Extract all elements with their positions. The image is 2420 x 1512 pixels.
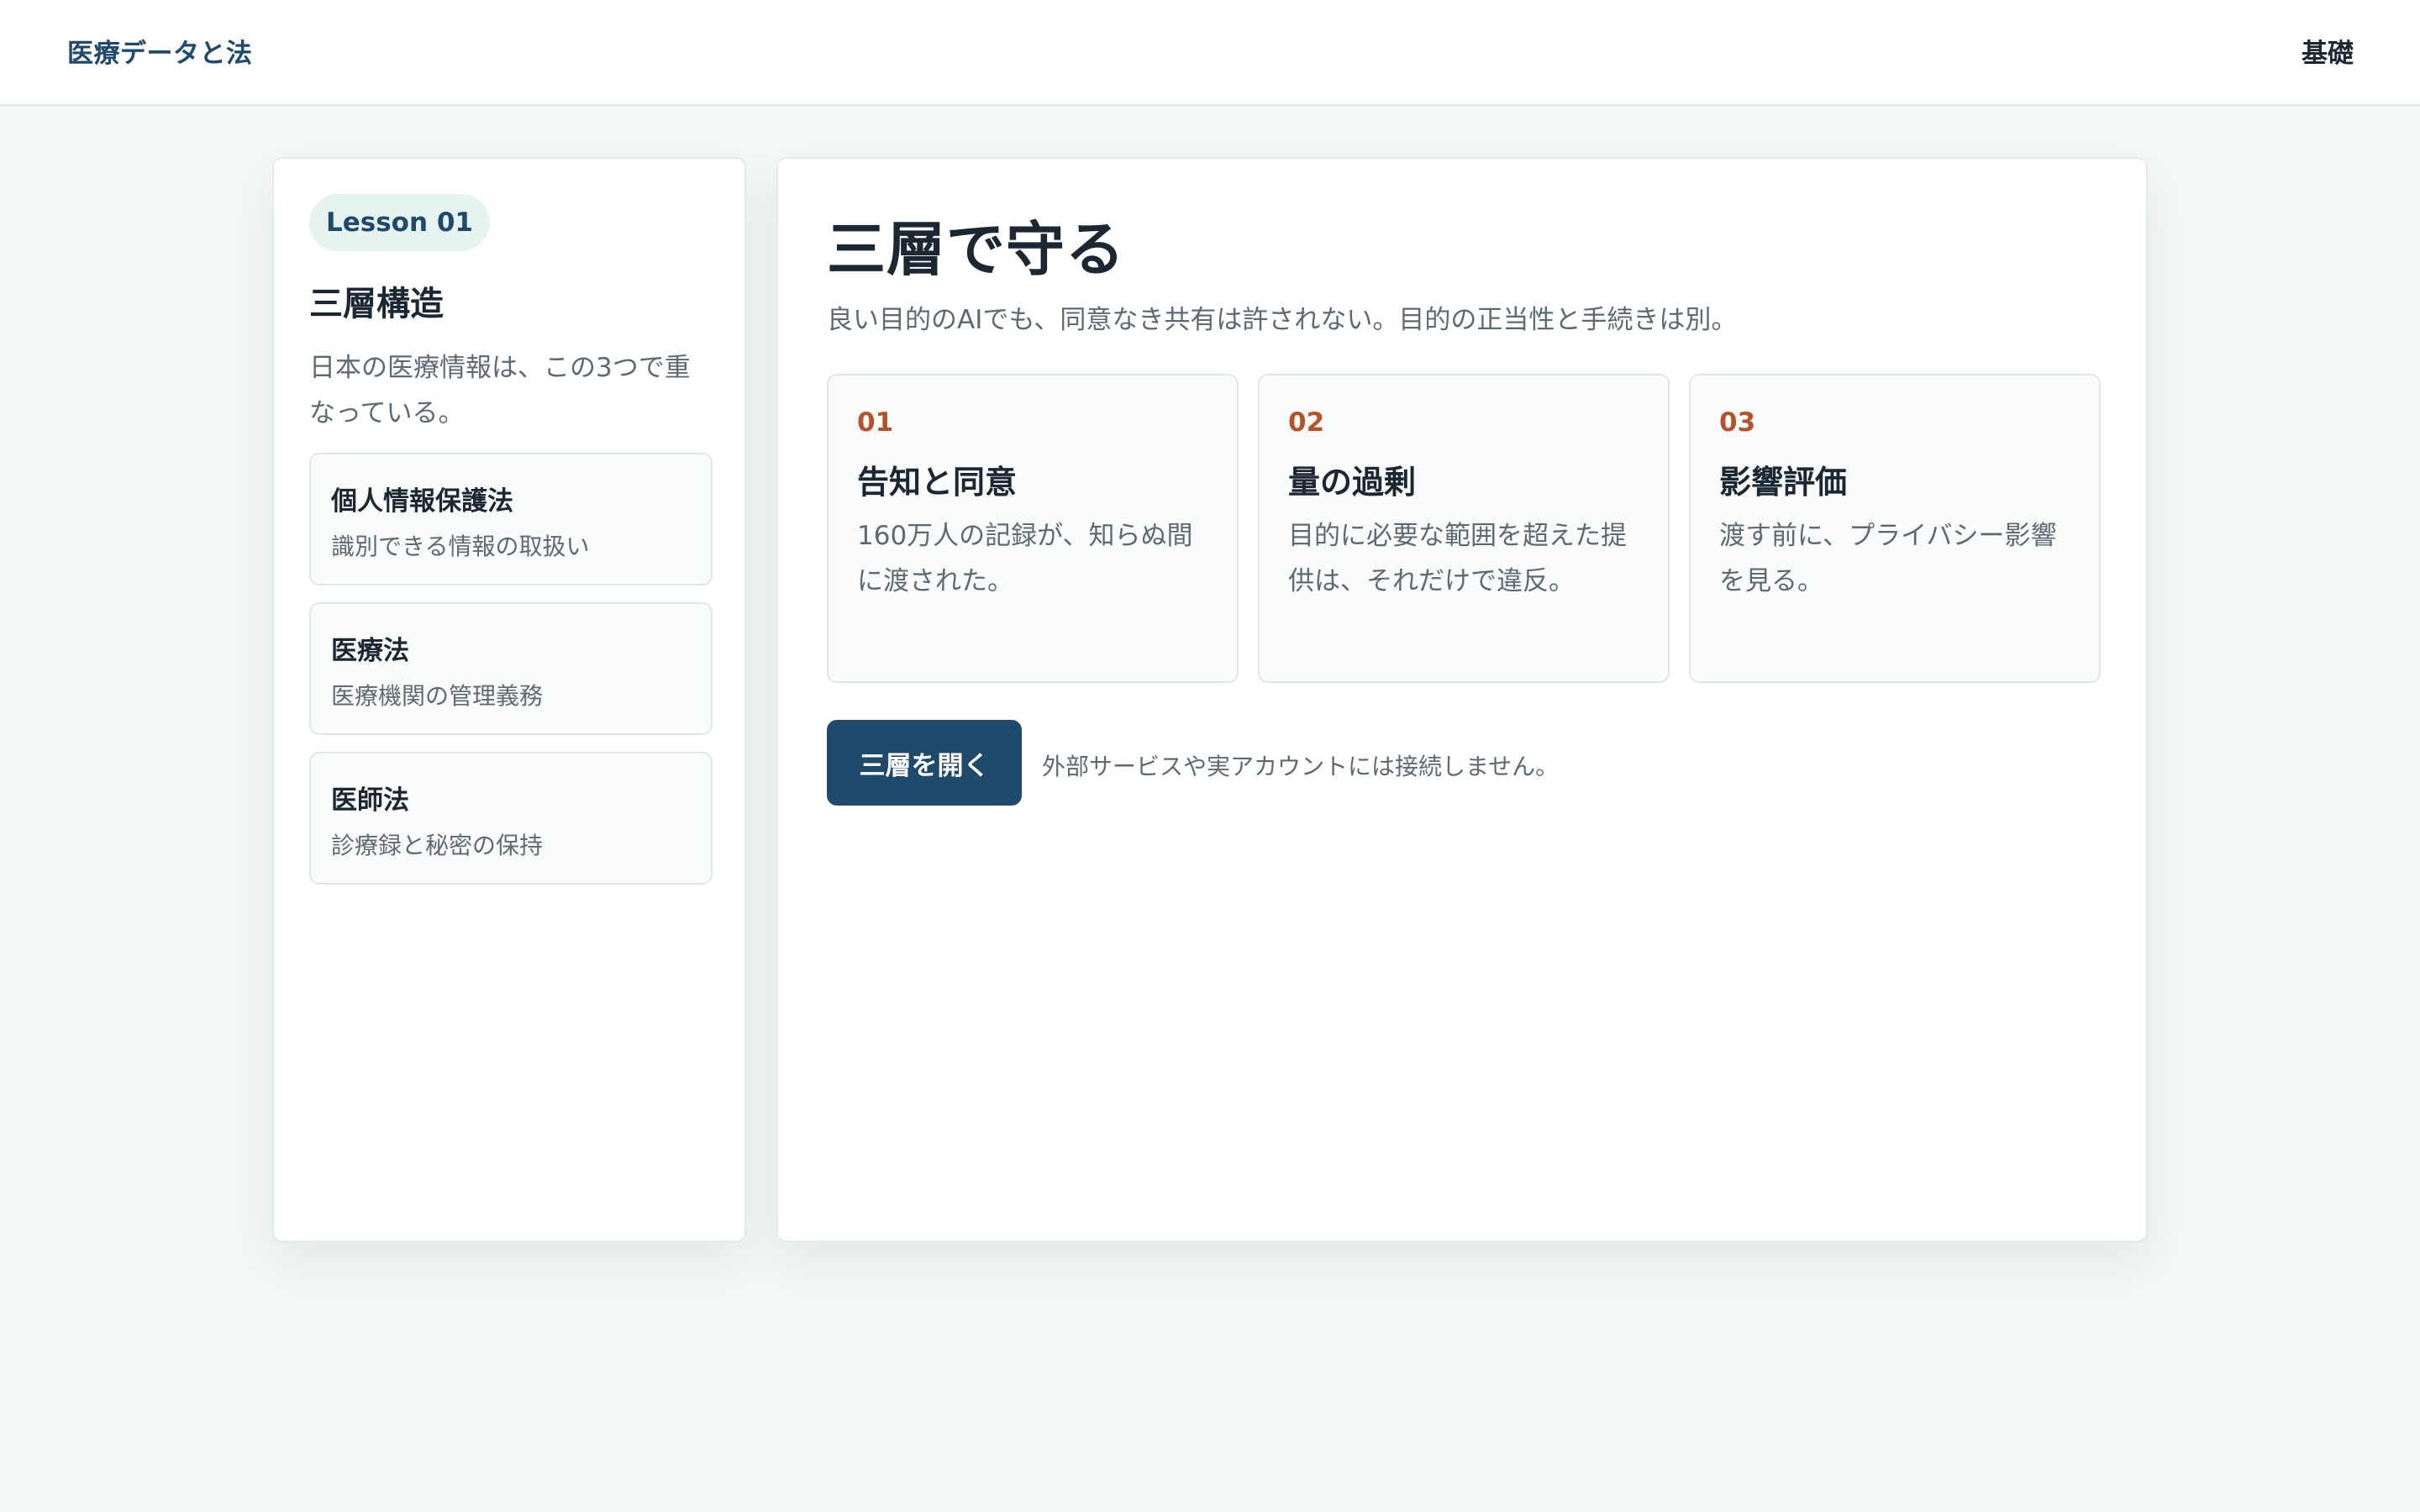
step-card-impact-assessment: 03 影響評価 渡す前に、プライバシー影響を見る。 <box>1689 374 2101 683</box>
step-body: 目的に必要な範囲を超えた提供は、それだけで違反。 <box>1288 521 1627 596</box>
law-name: 医師法 <box>331 785 409 816</box>
law-subtitle: 識別できる情報の取扱い <box>331 533 590 560</box>
brand-link[interactable]: 医療データと法 <box>67 32 253 70</box>
step-number: 02 <box>1288 407 1325 438</box>
step-body: 160万人の記録が、知らぬ間に渡された。 <box>857 521 1193 596</box>
law-name: 個人情報保護法 <box>331 486 513 517</box>
step-number: 01 <box>857 407 894 438</box>
lesson-sidebar: Lesson 01 三層構造 日本の医療情報は、この3つで重なっている。 個人情… <box>272 157 746 1242</box>
step-body: 渡す前に、プライバシー影響を見る。 <box>1719 521 2057 596</box>
law-subtitle: 医療機関の管理義務 <box>331 682 544 710</box>
lesson-badge: Lesson 01 <box>309 194 490 251</box>
step-title: 告知と同意 <box>857 464 1018 501</box>
law-subtitle: 診療録と秘密の保持 <box>331 832 544 859</box>
action-note: 外部サービスや実アカウントには接続しません。 <box>1042 753 1560 780</box>
sidebar-description: 日本の医療情報は、この3つで重なっている。 <box>309 353 691 428</box>
step-title: 量の過剰 <box>1288 464 1417 501</box>
step-card-excess: 02 量の過剰 目的に必要な範囲を超えた提供は、それだけで違反。 <box>1258 374 1670 683</box>
page-subtitle: 良い目的のAIでも、同意なき共有は許されない。目的の正当性と手続きは別。 <box>827 305 1738 335</box>
nav-link-basics[interactable]: 基礎 <box>2302 32 2354 70</box>
law-card-medical-care-act[interactable]: 医療法 医療機関の管理義務 <box>309 602 713 735</box>
page-title: 三層で守る <box>827 215 1125 284</box>
step-card-consent: 01 告知と同意 160万人の記録が、知らぬ間に渡された。 <box>827 374 1239 683</box>
law-card-medical-practitioners-act[interactable]: 医師法 診療録と秘密の保持 <box>309 752 713 885</box>
step-number: 03 <box>1719 407 1756 438</box>
step-title: 影響評価 <box>1719 464 1848 501</box>
law-card-personal-info[interactable]: 個人情報保護法 識別できる情報の取扱い <box>309 453 713 585</box>
main-content-panel: 三層で守る 良い目的のAIでも、同意なき共有は許されない。目的の正当性と手続きは… <box>776 157 2148 1242</box>
top-bar: 医療データと法 基礎 <box>0 0 2420 106</box>
open-three-layers-button[interactable]: 三層を開く <box>827 720 1022 806</box>
sidebar-title: 三層構造 <box>309 285 444 323</box>
law-name: 医療法 <box>331 636 409 666</box>
